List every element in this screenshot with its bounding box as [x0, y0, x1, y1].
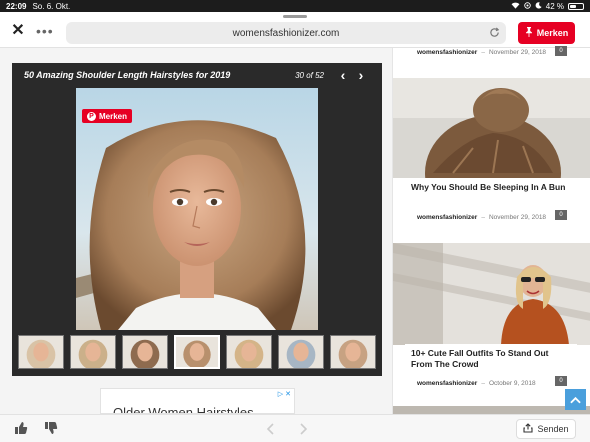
url-text: womensfashionizer.com	[232, 27, 340, 39]
gallery-thumbnail[interactable]	[174, 335, 220, 369]
main-photo[interactable]	[76, 88, 318, 330]
sidebar-articles: womensfashionizer – November 29, 2018 0 …	[392, 46, 590, 414]
article-title[interactable]: Why You Should Be Sleeping In A Bun	[411, 182, 571, 193]
comment-count-badge[interactable]: 0	[555, 46, 567, 56]
battery-icon	[568, 2, 584, 10]
close-icon[interactable]: ✕	[10, 23, 26, 39]
more-icon[interactable]: •••	[36, 23, 54, 39]
ad-choices-icon[interactable]: ▷ ✕	[278, 390, 291, 398]
pin-merken-button[interactable]: P Merken	[82, 109, 133, 123]
battery-percent: 42 %	[545, 1, 564, 11]
gallery-thumbnail[interactable]	[278, 335, 324, 369]
pin-icon	[525, 27, 533, 39]
share-button[interactable]: Senden	[516, 419, 576, 439]
share-icon	[523, 423, 534, 435]
merken-label: Merken	[536, 28, 569, 38]
status-time: 22:09	[6, 1, 27, 11]
gallery-title: 50 Amazing Shoulder Length Hairstyles fo…	[24, 70, 231, 80]
ad-banner[interactable]: Older Women Hairstyles ▷ ✕	[100, 388, 295, 414]
share-label: Senden	[537, 424, 569, 434]
gallery-thumbnail[interactable]	[226, 335, 272, 369]
bottom-toolbar: Senden	[0, 414, 590, 442]
status-bar: 22:09 So. 6. Okt. 42 %	[0, 0, 590, 12]
article-author: womensfashionizer	[417, 379, 478, 387]
article-title[interactable]: 10+ Cute Fall Outfits To Stand Out From …	[411, 348, 571, 370]
back-icon[interactable]	[266, 422, 274, 440]
article-author: womensfashionizer	[417, 48, 478, 56]
gallery-counter: 30 of 52	[295, 70, 324, 80]
gallery-thumbnail[interactable]	[70, 335, 116, 369]
pin-merken-label: Merken	[99, 111, 128, 121]
url-bar[interactable]: womensfashionizer.com	[66, 22, 506, 44]
article-date: November 29, 2018	[488, 213, 547, 221]
article-author: womensfashionizer	[417, 213, 478, 221]
article-image-partial	[393, 406, 590, 414]
chevron-right-icon[interactable]: ›	[352, 68, 370, 82]
thumbs-down-icon[interactable]	[44, 421, 58, 440]
pinterest-icon: P	[87, 111, 96, 121]
ad-text: Older Women Hairstyles	[113, 405, 254, 414]
status-date: So. 6. Okt.	[32, 1, 71, 11]
article-title-box: 10+ Cute Fall Outfits To Stand Out From …	[405, 344, 577, 374]
wifi-icon	[511, 2, 520, 11]
chevron-up-icon	[570, 396, 581, 403]
chevron-left-icon[interactable]: ‹	[334, 68, 352, 82]
gallery-thumbnail[interactable]	[122, 335, 168, 369]
article-meta: womensfashionizer – November 29, 2018	[417, 48, 547, 56]
article-meta: womensfashionizer – November 29, 2018	[417, 213, 547, 221]
merken-button[interactable]: Merken	[518, 22, 575, 44]
article-title-box: Why You Should Be Sleeping In A Bun	[405, 178, 577, 197]
forward-icon[interactable]	[300, 422, 308, 440]
thumbs-up-icon[interactable]	[14, 421, 28, 440]
thumbnail-strip	[18, 335, 382, 369]
location-icon	[524, 1, 531, 11]
gallery-thumbnail[interactable]	[18, 335, 64, 369]
comment-count-badge[interactable]: 0	[555, 210, 567, 220]
reload-icon[interactable]	[489, 27, 500, 38]
article-image[interactable]	[393, 243, 590, 345]
image-gallery: 50 Amazing Shoulder Length Hairstyles fo…	[12, 63, 382, 376]
gallery-header: 50 Amazing Shoulder Length Hairstyles fo…	[12, 63, 382, 87]
scroll-to-top-button[interactable]	[565, 389, 586, 410]
article-image[interactable]	[393, 78, 590, 178]
browser-header: ✕ ••• womensfashionizer.com Merken	[0, 12, 590, 48]
article-date: October 9, 2018	[488, 379, 536, 387]
gallery-thumbnail[interactable]	[330, 335, 376, 369]
comment-count-badge[interactable]: 0	[555, 376, 567, 386]
article-meta: womensfashionizer – October 9, 2018	[417, 379, 536, 387]
article-main: 50 Amazing Shoulder Length Hairstyles fo…	[0, 48, 390, 414]
sheet-grabber[interactable]	[283, 15, 307, 18]
moon-icon	[535, 1, 542, 11]
article-date: November 29, 2018	[488, 48, 547, 56]
